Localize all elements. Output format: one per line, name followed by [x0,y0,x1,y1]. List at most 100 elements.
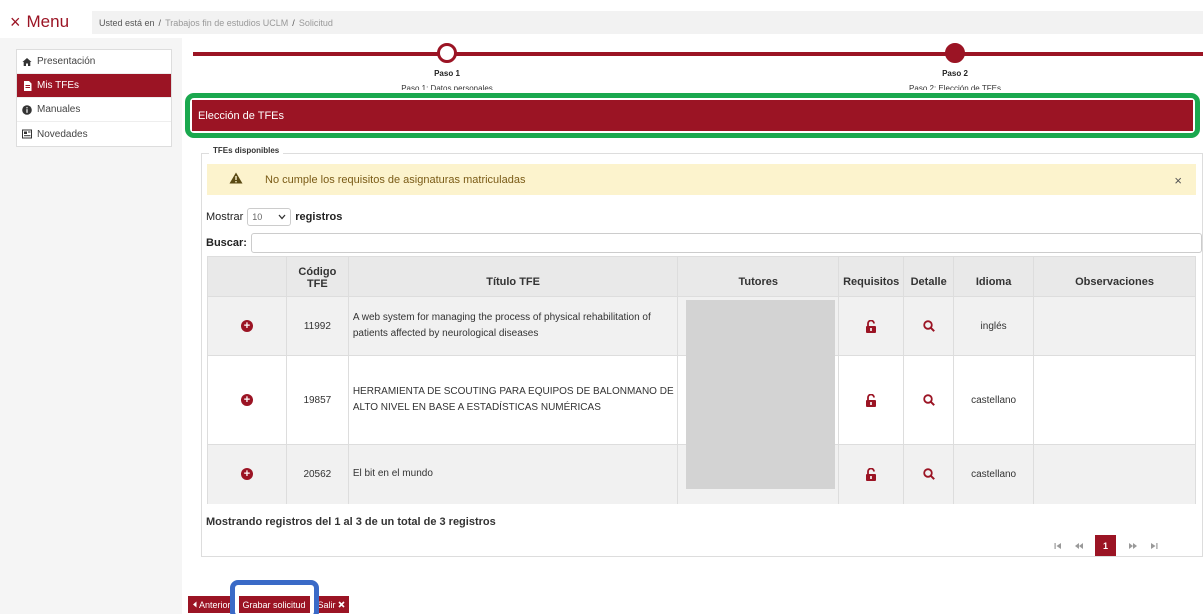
breadcrumb: Usted está en / Trabajos fin de estudios… [92,11,1203,34]
add-circle-icon[interactable]: + [240,320,253,332]
document-icon [22,80,32,91]
alert-text: No cumple los requisitos de asignaturas … [265,173,526,186]
registros-label: registros [295,211,343,223]
menu-label: Menu [26,12,70,31]
titulo-line-1: HERRAMIENTA DE SCOUTING PARA EQUIPOS DE … [352,386,674,397]
unlock-icon[interactable] [839,319,903,333]
step-1-sublabel: Paso 1: Datos personales [401,84,493,90]
detalle-cell [903,355,955,445]
idioma-cell: inglés [953,296,1035,356]
chevron-down-icon [278,212,286,222]
add-cell: + [207,355,287,445]
breadcrumb-prefix: Usted está en [99,17,155,28]
sidebar-item-novedades[interactable]: Novedades [17,122,171,146]
breadcrumb-sep: / [292,17,295,28]
col-header-tutores[interactable]: Tutores [677,256,840,297]
codigo-cell: 20562 [285,444,349,504]
col-header-codigo-l1: Código [298,265,337,278]
col-header-titulo[interactable]: Título TFE [347,256,679,297]
unlock-icon[interactable] [839,393,903,407]
titulo-cell: HERRAMIENTA DE SCOUTING PARA EQUIPOS DE … [347,355,679,445]
next-page-icon[interactable] [1122,535,1143,556]
requisitos-cell [838,444,905,504]
page-length-select[interactable]: 10 [247,208,292,226]
page-length-control: Mostrar 10 registros [206,208,342,226]
mostrar-label: Mostrar [206,211,244,223]
warning-alert: No cumple los requisitos de asignaturas … [207,164,1196,195]
last-page-icon[interactable] [1143,535,1164,556]
col-header-codigo[interactable]: Código TFE [285,256,349,297]
unlock-icon[interactable] [839,467,903,481]
col-header-detalle[interactable]: Detalle [903,256,955,297]
sidebar-item-label: Novedades [37,128,88,140]
codigo-cell: 11992 [285,296,349,356]
codigo-cell: 19857 [285,355,349,445]
add-circle-icon[interactable]: + [240,468,253,481]
tutores-redacted-block [686,300,835,489]
idioma-cell: castellano [953,444,1035,504]
detalle-cell [903,444,955,504]
menu-toggle[interactable]: × Menu [10,12,69,32]
add-circle-icon[interactable]: + [240,394,253,406]
first-page-icon[interactable] [1047,535,1068,556]
section-header-highlight: Elección de TFEs [185,93,1200,138]
home-icon [22,57,32,67]
observaciones-cell [1033,355,1196,445]
col-header-action [207,256,287,297]
titulo-line-1: El bit en el mundo [352,468,433,480]
step-1-indicator[interactable] [437,43,457,63]
search-icon[interactable] [904,320,953,332]
fieldset-legend: TFEs disponibles [209,146,284,155]
sidebar-item-label: Manuales [37,104,81,115]
sidebar-item-mis-tfes[interactable]: Mis TFEs [17,74,171,98]
anterior-label: Anterior [199,599,231,610]
step-2-sublabel: Paso 2: Elección de TFEs [909,84,1001,90]
close-icon [337,600,345,610]
grabar-highlight [230,580,319,614]
sidebar-item-label: Mis TFEs [37,80,80,91]
page-length-value: 10 [252,212,263,222]
search-label: Buscar: [206,237,247,249]
requisitos-cell [838,296,905,356]
add-cell: + [207,444,287,504]
alert-close-button[interactable]: × [1174,173,1182,188]
observaciones-cell [1033,296,1196,356]
section-title: Elección de TFEs [192,100,1193,131]
titulo-line-2: patients affected by neurological diseas… [352,328,539,339]
detalle-cell [903,296,955,356]
table-summary: Mostrando registros del 1 al 3 de un tot… [206,516,496,528]
col-header-idioma[interactable]: Idioma [953,256,1035,297]
warning-icon [229,172,243,187]
titulo-cell: A web system for managing the process of… [347,296,679,356]
newspaper-icon [22,129,32,139]
col-header-requisitos[interactable]: Requisitos [838,256,905,297]
stepper-progress-line [193,52,1203,56]
anterior-button[interactable]: Anterior [188,596,235,613]
sidebar-item-manuales[interactable]: Manuales [17,98,171,122]
pagination: 1 [1047,535,1164,556]
previous-page-icon[interactable] [1068,535,1089,556]
search-icon[interactable] [904,468,953,481]
chevron-left-icon [192,600,197,610]
sidebar-item-label: Presentación [37,56,96,67]
step-2-label: Paso 2 [942,69,968,78]
sidebar: Presentación Mis TFEs Manuales Novedades [16,49,172,147]
table-header-row: Código TFE Título TFE Tutores Requisitos… [207,256,1196,297]
observaciones-cell [1033,444,1196,504]
search-input[interactable] [250,233,1202,253]
search-control: Buscar: [206,233,1202,253]
breadcrumb-current: Solicitud [298,17,333,28]
breadcrumb-link-tfe[interactable]: Trabajos fin de estudios UCLM [165,18,288,28]
add-cell: + [207,296,287,356]
salir-label: Salir [317,599,336,610]
sidebar-item-presentacion[interactable]: Presentación [17,50,171,74]
close-icon: × [10,12,21,32]
idioma-cell: castellano [953,355,1035,445]
page-button-current[interactable]: 1 [1095,535,1116,556]
step-1-label: Paso 1 [434,69,460,78]
titulo-cell: El bit en el mundo [347,444,679,504]
col-header-codigo-l2: TFE [306,277,328,290]
col-header-observaciones[interactable]: Observaciones [1033,256,1196,297]
step-2-indicator[interactable] [945,43,965,63]
search-icon[interactable] [904,394,953,406]
